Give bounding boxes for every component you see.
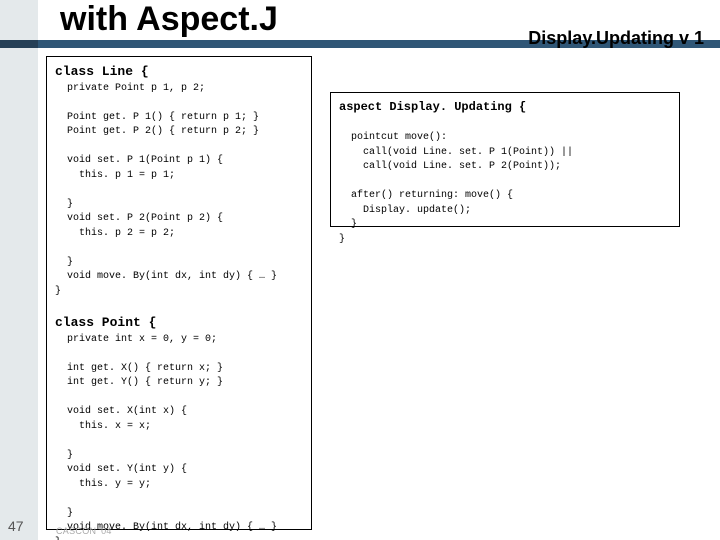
- code-line: call(void Line. set. P 2(Point));: [339, 161, 561, 172]
- code-line: pointcut move():: [339, 132, 447, 143]
- slide: with Aspect.J Display.Updating v 1 class…: [0, 0, 720, 540]
- code-line: }: [55, 450, 73, 461]
- code-line: }: [339, 219, 357, 230]
- code-line: void move. By(int dx, int dy) { … }: [55, 271, 277, 282]
- slide-subtitle: Display.Updating v 1: [528, 28, 704, 49]
- code-line: }: [55, 199, 73, 210]
- code-line: private int x = 0, y = 0;: [55, 334, 217, 345]
- class-point-header: class Point {: [55, 315, 156, 330]
- title-underline-dark: [0, 40, 38, 48]
- code-left-content: class Line { private Point p 1, p 2; Poi…: [55, 63, 303, 540]
- class-line-header: class Line {: [55, 64, 149, 79]
- code-line: Point get. P 1() { return p 1; }: [55, 112, 259, 123]
- code-line: }: [339, 234, 345, 245]
- code-line: after() returning: move() {: [339, 190, 513, 201]
- code-line: this. p 1 = p 1;: [55, 170, 175, 181]
- code-line: }: [55, 286, 61, 297]
- page-number: 47: [8, 518, 24, 534]
- slide-title: with Aspect.J: [60, 0, 278, 39]
- code-line: Point get. P 2() { return p 2; }: [55, 126, 259, 137]
- code-right-content: aspect Display. Updating { pointcut move…: [339, 99, 671, 247]
- code-line: this. x = x;: [55, 421, 151, 432]
- code-line: void set. P 1(Point p 1) {: [55, 155, 223, 166]
- code-line: call(void Line. set. P 1(Point)) ||: [339, 147, 573, 158]
- code-line: Display. update();: [339, 205, 471, 216]
- code-line: int get. Y() { return y; }: [55, 377, 223, 388]
- aspect-header: aspect Display. Updating {: [339, 100, 526, 114]
- code-line: private Point p 1, p 2;: [55, 83, 205, 94]
- footer-text: CASCON '04: [56, 526, 112, 536]
- code-line: int get. X() { return x; }: [55, 363, 223, 374]
- code-line: }: [55, 257, 73, 268]
- code-line: this. y = y;: [55, 479, 151, 490]
- sidebar-accent: [0, 0, 38, 540]
- code-box-right: aspect Display. Updating { pointcut move…: [330, 92, 680, 227]
- code-box-left: class Line { private Point p 1, p 2; Poi…: [46, 56, 312, 530]
- code-line: void set. Y(int y) {: [55, 464, 187, 475]
- code-line: void set. X(int x) {: [55, 406, 187, 417]
- code-line: this. p 2 = p 2;: [55, 228, 175, 239]
- code-line: }: [55, 508, 73, 519]
- code-line: void set. P 2(Point p 2) {: [55, 213, 223, 224]
